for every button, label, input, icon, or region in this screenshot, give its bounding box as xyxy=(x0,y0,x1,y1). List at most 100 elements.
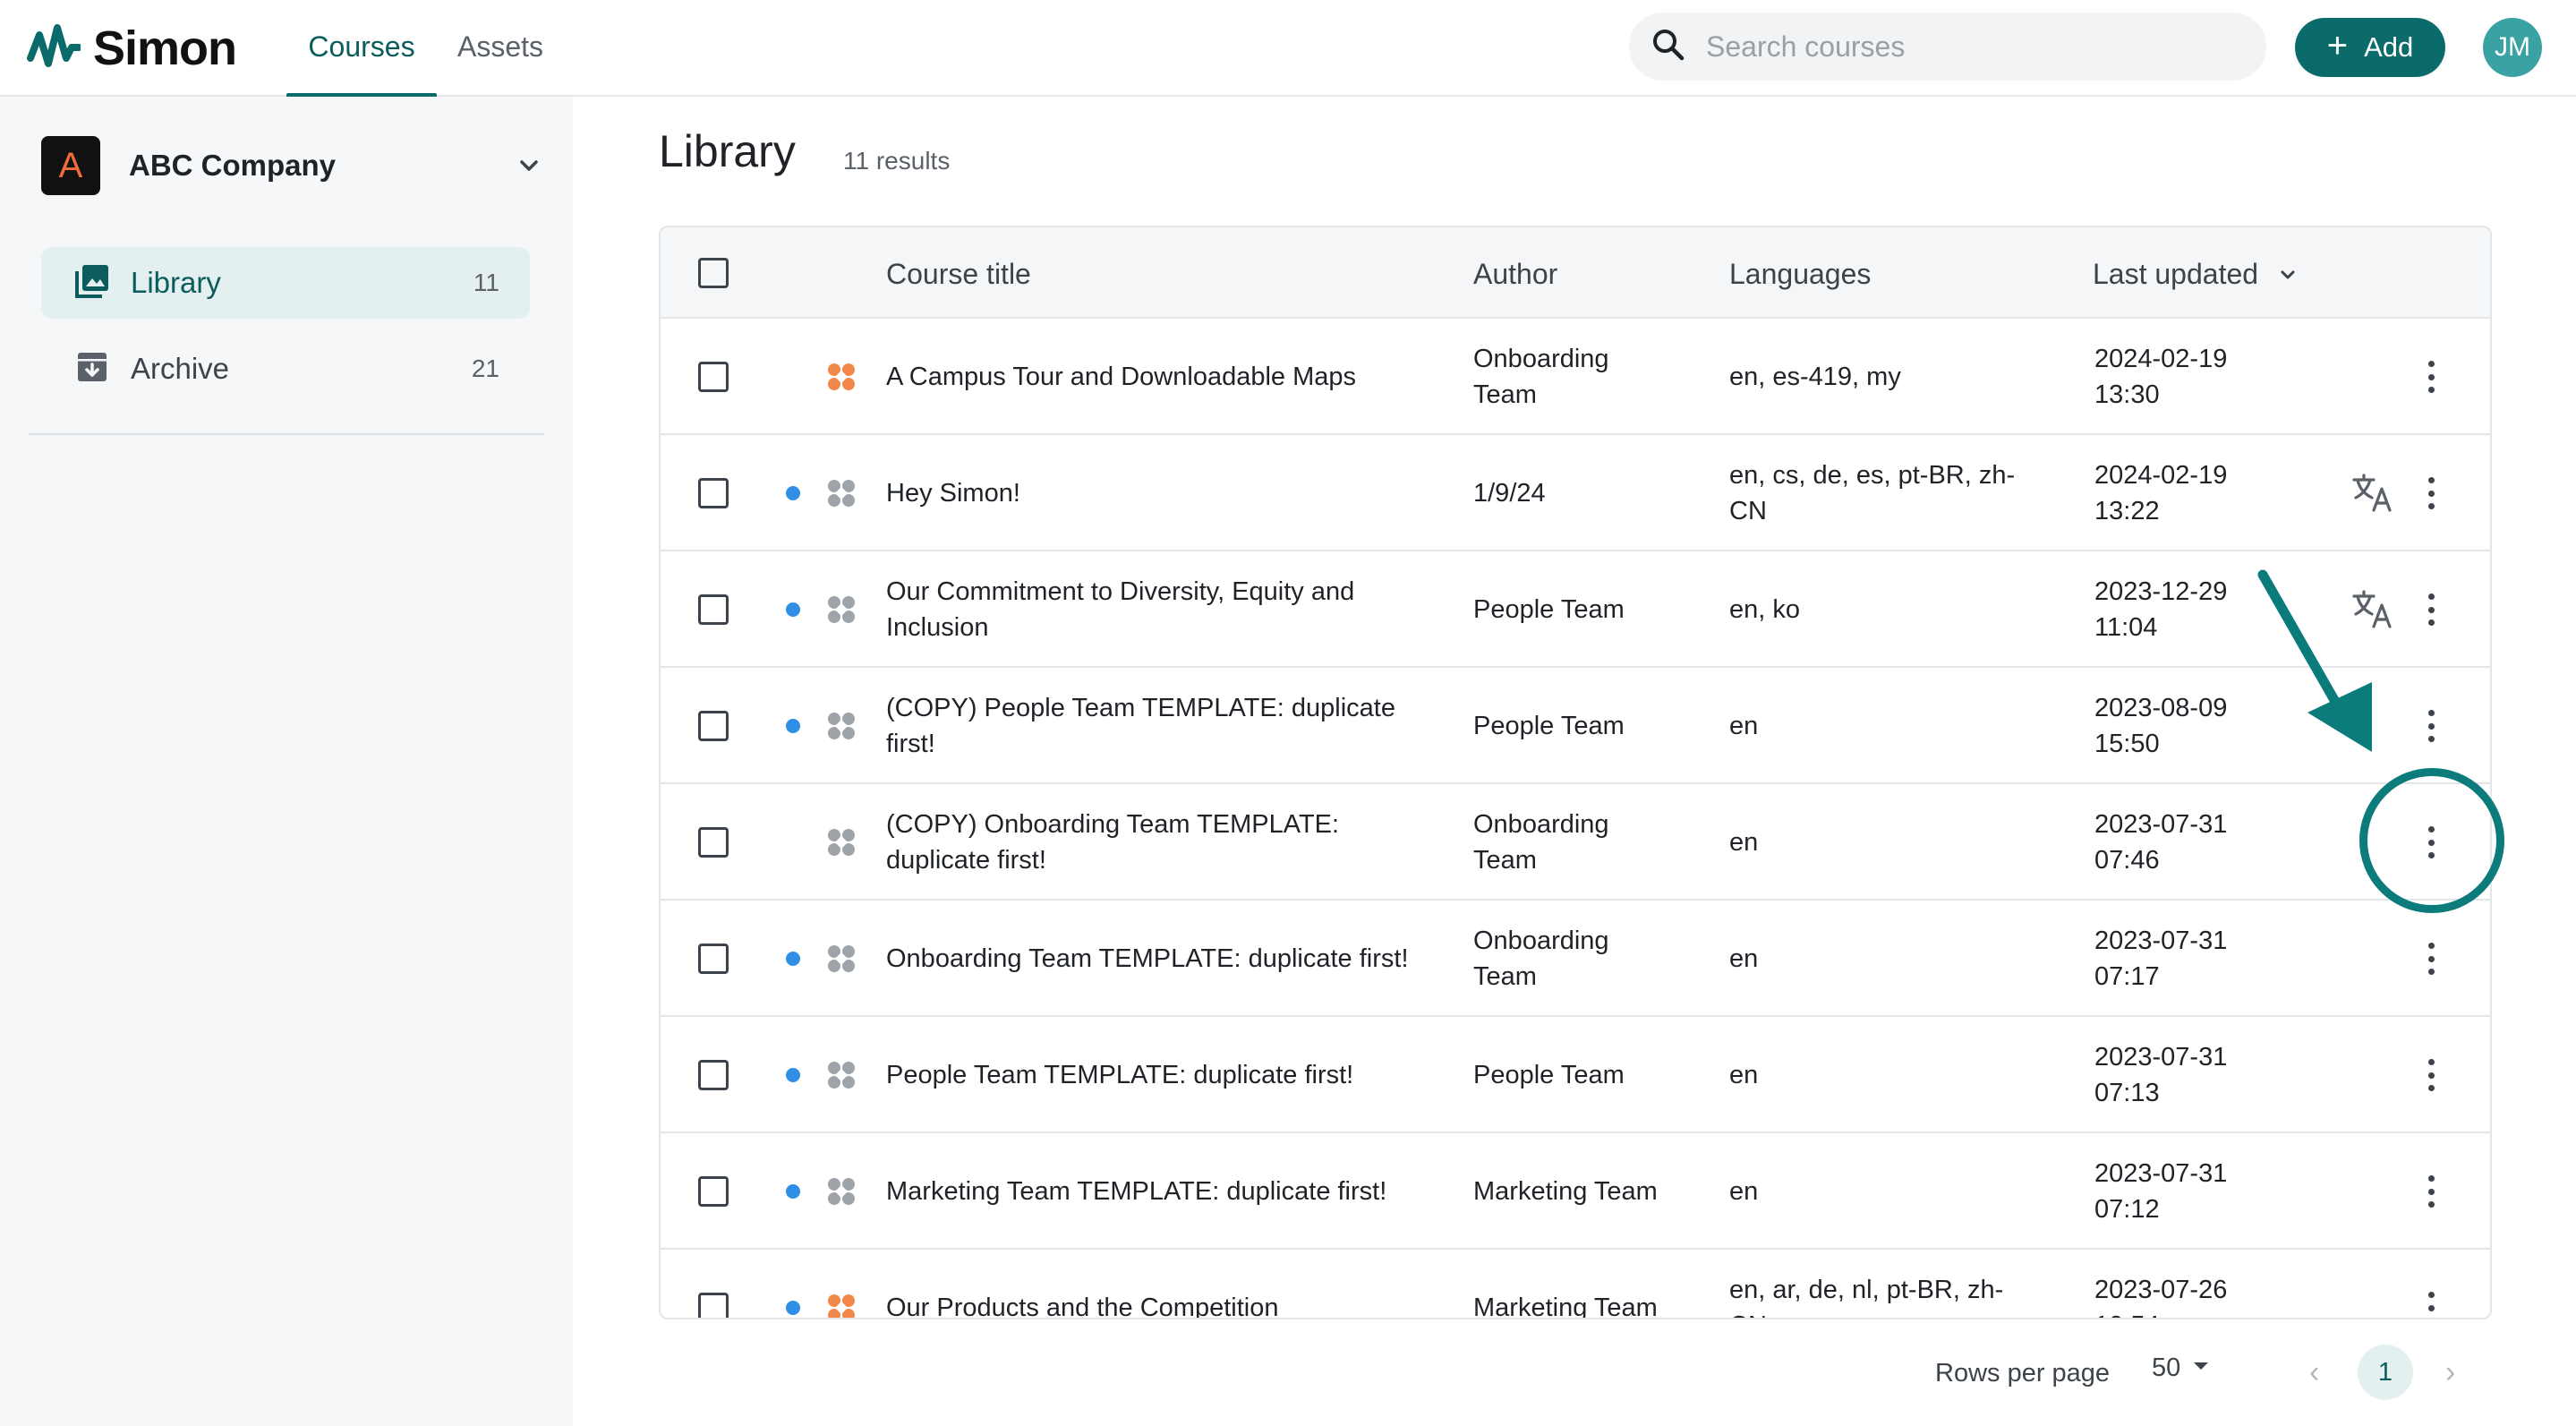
previous-page-icon[interactable]: ‹ xyxy=(2309,1355,2319,1390)
current-page-button[interactable]: 1 xyxy=(2358,1345,2413,1400)
add-button[interactable]: + Add xyxy=(2295,18,2445,77)
status-dot xyxy=(786,952,800,966)
course-title-line: duplicate first! xyxy=(886,846,1046,875)
more-options-icon[interactable] xyxy=(2420,1288,2442,1318)
course-languages-line: en, ar, de, nl, pt-BR, zh- xyxy=(1729,1276,2004,1304)
more-options-icon[interactable] xyxy=(2420,1172,2442,1211)
select-all-checkbox[interactable] xyxy=(698,258,729,288)
brand-logo[interactable]: Simon xyxy=(27,13,237,84)
course-last-updated-time: 07:17 xyxy=(2094,962,2160,991)
course-type-icon xyxy=(825,943,857,975)
column-header-title[interactable]: Course title xyxy=(886,258,1031,291)
user-avatar[interactable]: JM xyxy=(2483,18,2542,77)
table-row[interactable]: Our Products and the Competition Marketin… xyxy=(661,1250,2490,1319)
chevron-down-icon xyxy=(516,152,542,184)
course-title[interactable]: Our Commitment to Diversity, Equity and I… xyxy=(886,574,1441,645)
course-author-line: Marketing Team xyxy=(1473,1294,1658,1319)
table-row[interactable]: A Campus Tour and Downloadable Maps Onboa… xyxy=(661,319,2490,435)
sidebar-item-archive[interactable]: Archive 21 xyxy=(41,333,530,405)
course-author: People Team xyxy=(1473,1057,1688,1093)
table-row[interactable]: People Team TEMPLATE: duplicate first! Pe… xyxy=(661,1017,2490,1133)
sort-chevron-down-icon xyxy=(2277,260,2299,292)
course-last-updated: 2024-02-19 13:22 xyxy=(2094,457,2273,529)
course-languages: en, cs, de, es, pt-BR, zh- CN xyxy=(1729,457,2069,529)
course-title[interactable]: (COPY) People Team TEMPLATE: duplicate fi… xyxy=(886,690,1441,762)
more-options-icon[interactable] xyxy=(2420,474,2442,513)
result-count: 11 results xyxy=(843,147,951,175)
course-languages: en xyxy=(1729,1057,2069,1093)
top-bar: Simon Courses Assets + Add JM xyxy=(0,0,2576,98)
course-languages-line: en, cs, de, es, pt-BR, zh- xyxy=(1729,461,2016,490)
table-row[interactable]: (COPY) Onboarding Team TEMPLATE: duplicat… xyxy=(661,784,2490,901)
row-checkbox[interactable] xyxy=(698,478,729,508)
course-title[interactable]: (COPY) Onboarding Team TEMPLATE: duplicat… xyxy=(886,807,1441,878)
tab-assets-label: Assets xyxy=(456,30,544,63)
rows-per-page-select[interactable]: 50 xyxy=(2152,1353,2211,1383)
table-row[interactable]: Marketing Team TEMPLATE: duplicate first… xyxy=(661,1133,2490,1250)
add-button-label: Add xyxy=(2364,31,2414,63)
more-options-icon[interactable] xyxy=(2420,590,2442,629)
row-checkbox[interactable] xyxy=(698,827,729,858)
simon-logo-icon xyxy=(27,22,81,74)
course-title-line: Marketing Team TEMPLATE: duplicate first… xyxy=(886,1177,1387,1206)
course-last-updated: 2023-07-31 07:13 xyxy=(2094,1039,2273,1111)
search-input[interactable] xyxy=(1706,30,2207,64)
course-type-icon xyxy=(825,1175,857,1208)
course-title[interactable]: Hey Simon! xyxy=(886,475,1441,511)
table-row[interactable]: (COPY) People Team TEMPLATE: duplicate fi… xyxy=(661,668,2490,784)
course-type-icon xyxy=(825,593,857,626)
row-checkbox[interactable] xyxy=(698,1293,729,1318)
column-header-languages[interactable]: Languages xyxy=(1729,258,1871,291)
sidebar-item-count: 21 xyxy=(471,354,499,382)
course-title-line: Onboarding Team TEMPLATE: duplicate firs… xyxy=(886,944,1409,973)
sidebar-item-library[interactable]: Library 11 xyxy=(41,247,530,319)
column-header-author[interactable]: Author xyxy=(1473,258,1557,291)
course-last-updated-date: 2023-12-29 xyxy=(2094,577,2228,606)
more-options-icon[interactable] xyxy=(2420,706,2442,746)
course-title[interactable]: People Team TEMPLATE: duplicate first! xyxy=(886,1057,1441,1093)
course-title[interactable]: A Campus Tour and Downloadable Maps xyxy=(886,359,1441,395)
course-languages-line: en xyxy=(1729,944,1759,973)
company-initial: A xyxy=(58,145,83,185)
translate-icon[interactable] xyxy=(2350,587,2395,632)
course-title-line: (COPY) People Team TEMPLATE: duplicate xyxy=(886,694,1395,722)
row-checkbox[interactable] xyxy=(698,711,729,741)
status-dot xyxy=(786,719,800,733)
course-author-line: Team xyxy=(1473,962,1537,991)
row-checkbox[interactable] xyxy=(698,594,729,625)
course-title[interactable]: Onboarding Team TEMPLATE: duplicate firs… xyxy=(886,941,1441,977)
course-author-line: 1/9/24 xyxy=(1473,479,1546,508)
more-options-icon[interactable] xyxy=(2420,823,2442,862)
course-title-line: Our Commitment to Diversity, Equity and xyxy=(886,577,1355,606)
table-row[interactable]: Hey Simon! 1/9/24 en, cs, de, es, pt-BR, z… xyxy=(661,435,2490,551)
row-checkbox[interactable] xyxy=(698,362,729,392)
next-page-icon[interactable]: › xyxy=(2445,1355,2455,1390)
table-row[interactable]: Our Commitment to Diversity, Equity and I… xyxy=(661,551,2490,668)
sidebar-item-count: 11 xyxy=(473,269,499,296)
course-title[interactable]: Marketing Team TEMPLATE: duplicate first… xyxy=(886,1174,1441,1209)
column-header-last-updated[interactable]: Last updated xyxy=(2093,258,2299,293)
translate-icon[interactable] xyxy=(2350,471,2395,516)
course-languages-line: CN xyxy=(1729,497,1767,525)
course-last-updated: 2023-12-29 11:04 xyxy=(2094,574,2273,645)
course-title-line: People Team TEMPLATE: duplicate first! xyxy=(886,1061,1354,1089)
company-switcher[interactable]: A ABC Company xyxy=(41,136,542,195)
table-row[interactable]: Onboarding Team TEMPLATE: duplicate firs… xyxy=(661,901,2490,1017)
sidebar-item-label: Archive xyxy=(131,352,230,385)
more-options-icon[interactable] xyxy=(2420,1055,2442,1095)
course-last-updated-date: 2023-07-31 xyxy=(2094,810,2228,839)
sidebar-divider xyxy=(29,433,544,435)
course-last-updated-time: 15:50 xyxy=(2094,730,2160,758)
more-options-icon[interactable] xyxy=(2420,939,2442,978)
more-options-icon[interactable] xyxy=(2420,357,2442,397)
tab-assets[interactable]: Assets xyxy=(453,25,548,97)
course-languages-line: CN xyxy=(1729,1308,2069,1318)
row-checkbox[interactable] xyxy=(698,1176,729,1207)
search-icon[interactable] xyxy=(1651,27,1686,67)
row-checkbox[interactable] xyxy=(698,1060,729,1090)
course-title[interactable]: Our Products and the Competition xyxy=(886,1290,1441,1318)
row-checkbox[interactable] xyxy=(698,944,729,974)
course-title-line: Inclusion xyxy=(886,613,989,642)
course-type-icon xyxy=(825,1292,857,1318)
tab-courses[interactable]: Courses xyxy=(286,25,437,98)
